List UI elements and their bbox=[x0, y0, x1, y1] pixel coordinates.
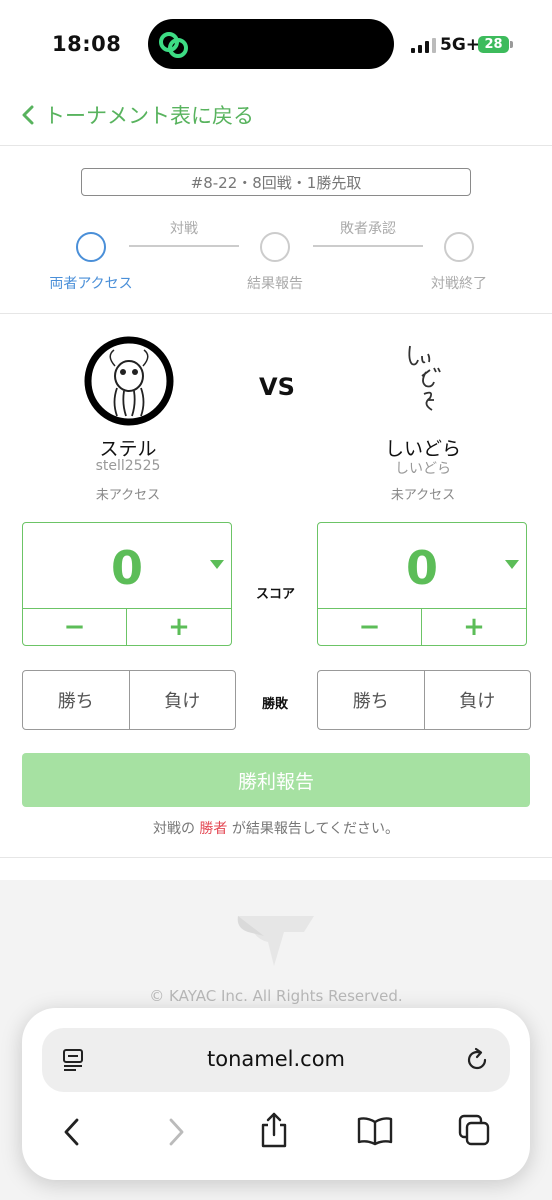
player-right-access-status: 未アクセス bbox=[390, 488, 456, 503]
divider bbox=[0, 857, 552, 858]
browser-back-icon[interactable] bbox=[60, 1117, 84, 1147]
score-box-left: 0 − + bbox=[22, 522, 232, 646]
chevron-left-icon bbox=[22, 105, 34, 125]
result-toggle-right: 勝ち 負け bbox=[317, 670, 531, 730]
player-left-handle: stell2525 bbox=[95, 458, 161, 474]
bookmarks-icon[interactable] bbox=[356, 1115, 394, 1147]
step-connector-approve: 敗者承認 bbox=[340, 221, 396, 237]
report-win-button[interactable]: 勝利報告 bbox=[22, 753, 530, 807]
report-note-before: 対戦の bbox=[152, 821, 195, 837]
score-decrement-right-button[interactable]: − bbox=[318, 609, 422, 645]
lose-button-right[interactable]: 負け bbox=[423, 671, 531, 729]
player-left-name: ステル bbox=[99, 438, 157, 460]
score-value-right: 0 bbox=[405, 541, 438, 595]
divider bbox=[0, 313, 552, 314]
result-toggle-left: 勝ち 負け bbox=[22, 670, 236, 730]
match-info-box: #8-22・8回戦・1勝先取 bbox=[81, 168, 471, 196]
step-label-finish: 対戦終了 bbox=[431, 276, 487, 292]
step-circle-report bbox=[260, 232, 290, 262]
step-connector-battle: 対戦 bbox=[170, 221, 198, 237]
player-right-handle: しいどら bbox=[395, 461, 451, 477]
step-label-access: 両者アクセス bbox=[49, 276, 133, 292]
score-box-right: 0 − + bbox=[317, 522, 527, 646]
browser-forward-icon[interactable] bbox=[164, 1117, 188, 1147]
link-app-icon bbox=[159, 32, 188, 58]
copyright-text: © KAYAC Inc. All Rights Reserved. bbox=[149, 987, 403, 1005]
report-instruction: 対戦の 勝者 が結果報告してください。 bbox=[0, 818, 552, 838]
step-circle-finish bbox=[444, 232, 474, 262]
score-select-right[interactable]: 0 bbox=[318, 523, 526, 609]
report-note-after: が結果報告してください。 bbox=[231, 821, 400, 837]
result-label: 勝敗 bbox=[262, 697, 289, 712]
player-right-avatar bbox=[408, 345, 441, 411]
back-link-label: トーナメント表に戻る bbox=[44, 104, 254, 128]
player-left-access-status: 未アクセス bbox=[95, 488, 161, 503]
player-right-name: しいどら bbox=[384, 438, 461, 460]
network-label: 5G+ bbox=[440, 35, 481, 55]
lose-button-left[interactable]: 負け bbox=[128, 671, 236, 729]
status-time: 18:08 bbox=[52, 32, 122, 56]
back-to-tournament-link[interactable]: トーナメント表に戻る bbox=[22, 100, 254, 130]
caret-down-icon bbox=[210, 560, 224, 569]
score-select-left[interactable]: 0 bbox=[23, 523, 231, 609]
tonamel-logo bbox=[237, 916, 314, 966]
report-note-winner: 勝者 bbox=[199, 821, 228, 837]
share-icon[interactable] bbox=[258, 1111, 290, 1149]
score-increment-right-button[interactable]: + bbox=[422, 609, 526, 645]
vs-label: VS bbox=[259, 373, 295, 401]
player-left-avatar bbox=[84, 336, 174, 426]
step-line-2 bbox=[313, 245, 423, 247]
divider bbox=[0, 145, 552, 146]
score-value-left: 0 bbox=[110, 541, 143, 595]
tabs-icon[interactable] bbox=[457, 1113, 491, 1147]
reload-icon[interactable] bbox=[465, 1047, 491, 1073]
signal-icon bbox=[411, 37, 436, 53]
win-button-right[interactable]: 勝ち bbox=[318, 671, 424, 729]
score-increment-left-button[interactable]: + bbox=[127, 609, 231, 645]
score-label: スコア bbox=[256, 587, 296, 602]
battery-tip bbox=[510, 41, 513, 48]
step-line-1 bbox=[129, 245, 239, 247]
step-label-report: 結果報告 bbox=[247, 276, 303, 292]
caret-down-icon bbox=[505, 560, 519, 569]
win-button-left[interactable]: 勝ち bbox=[23, 671, 129, 729]
battery-icon: 28 bbox=[478, 36, 509, 53]
score-decrement-left-button[interactable]: − bbox=[23, 609, 127, 645]
step-circle-access bbox=[76, 232, 106, 262]
